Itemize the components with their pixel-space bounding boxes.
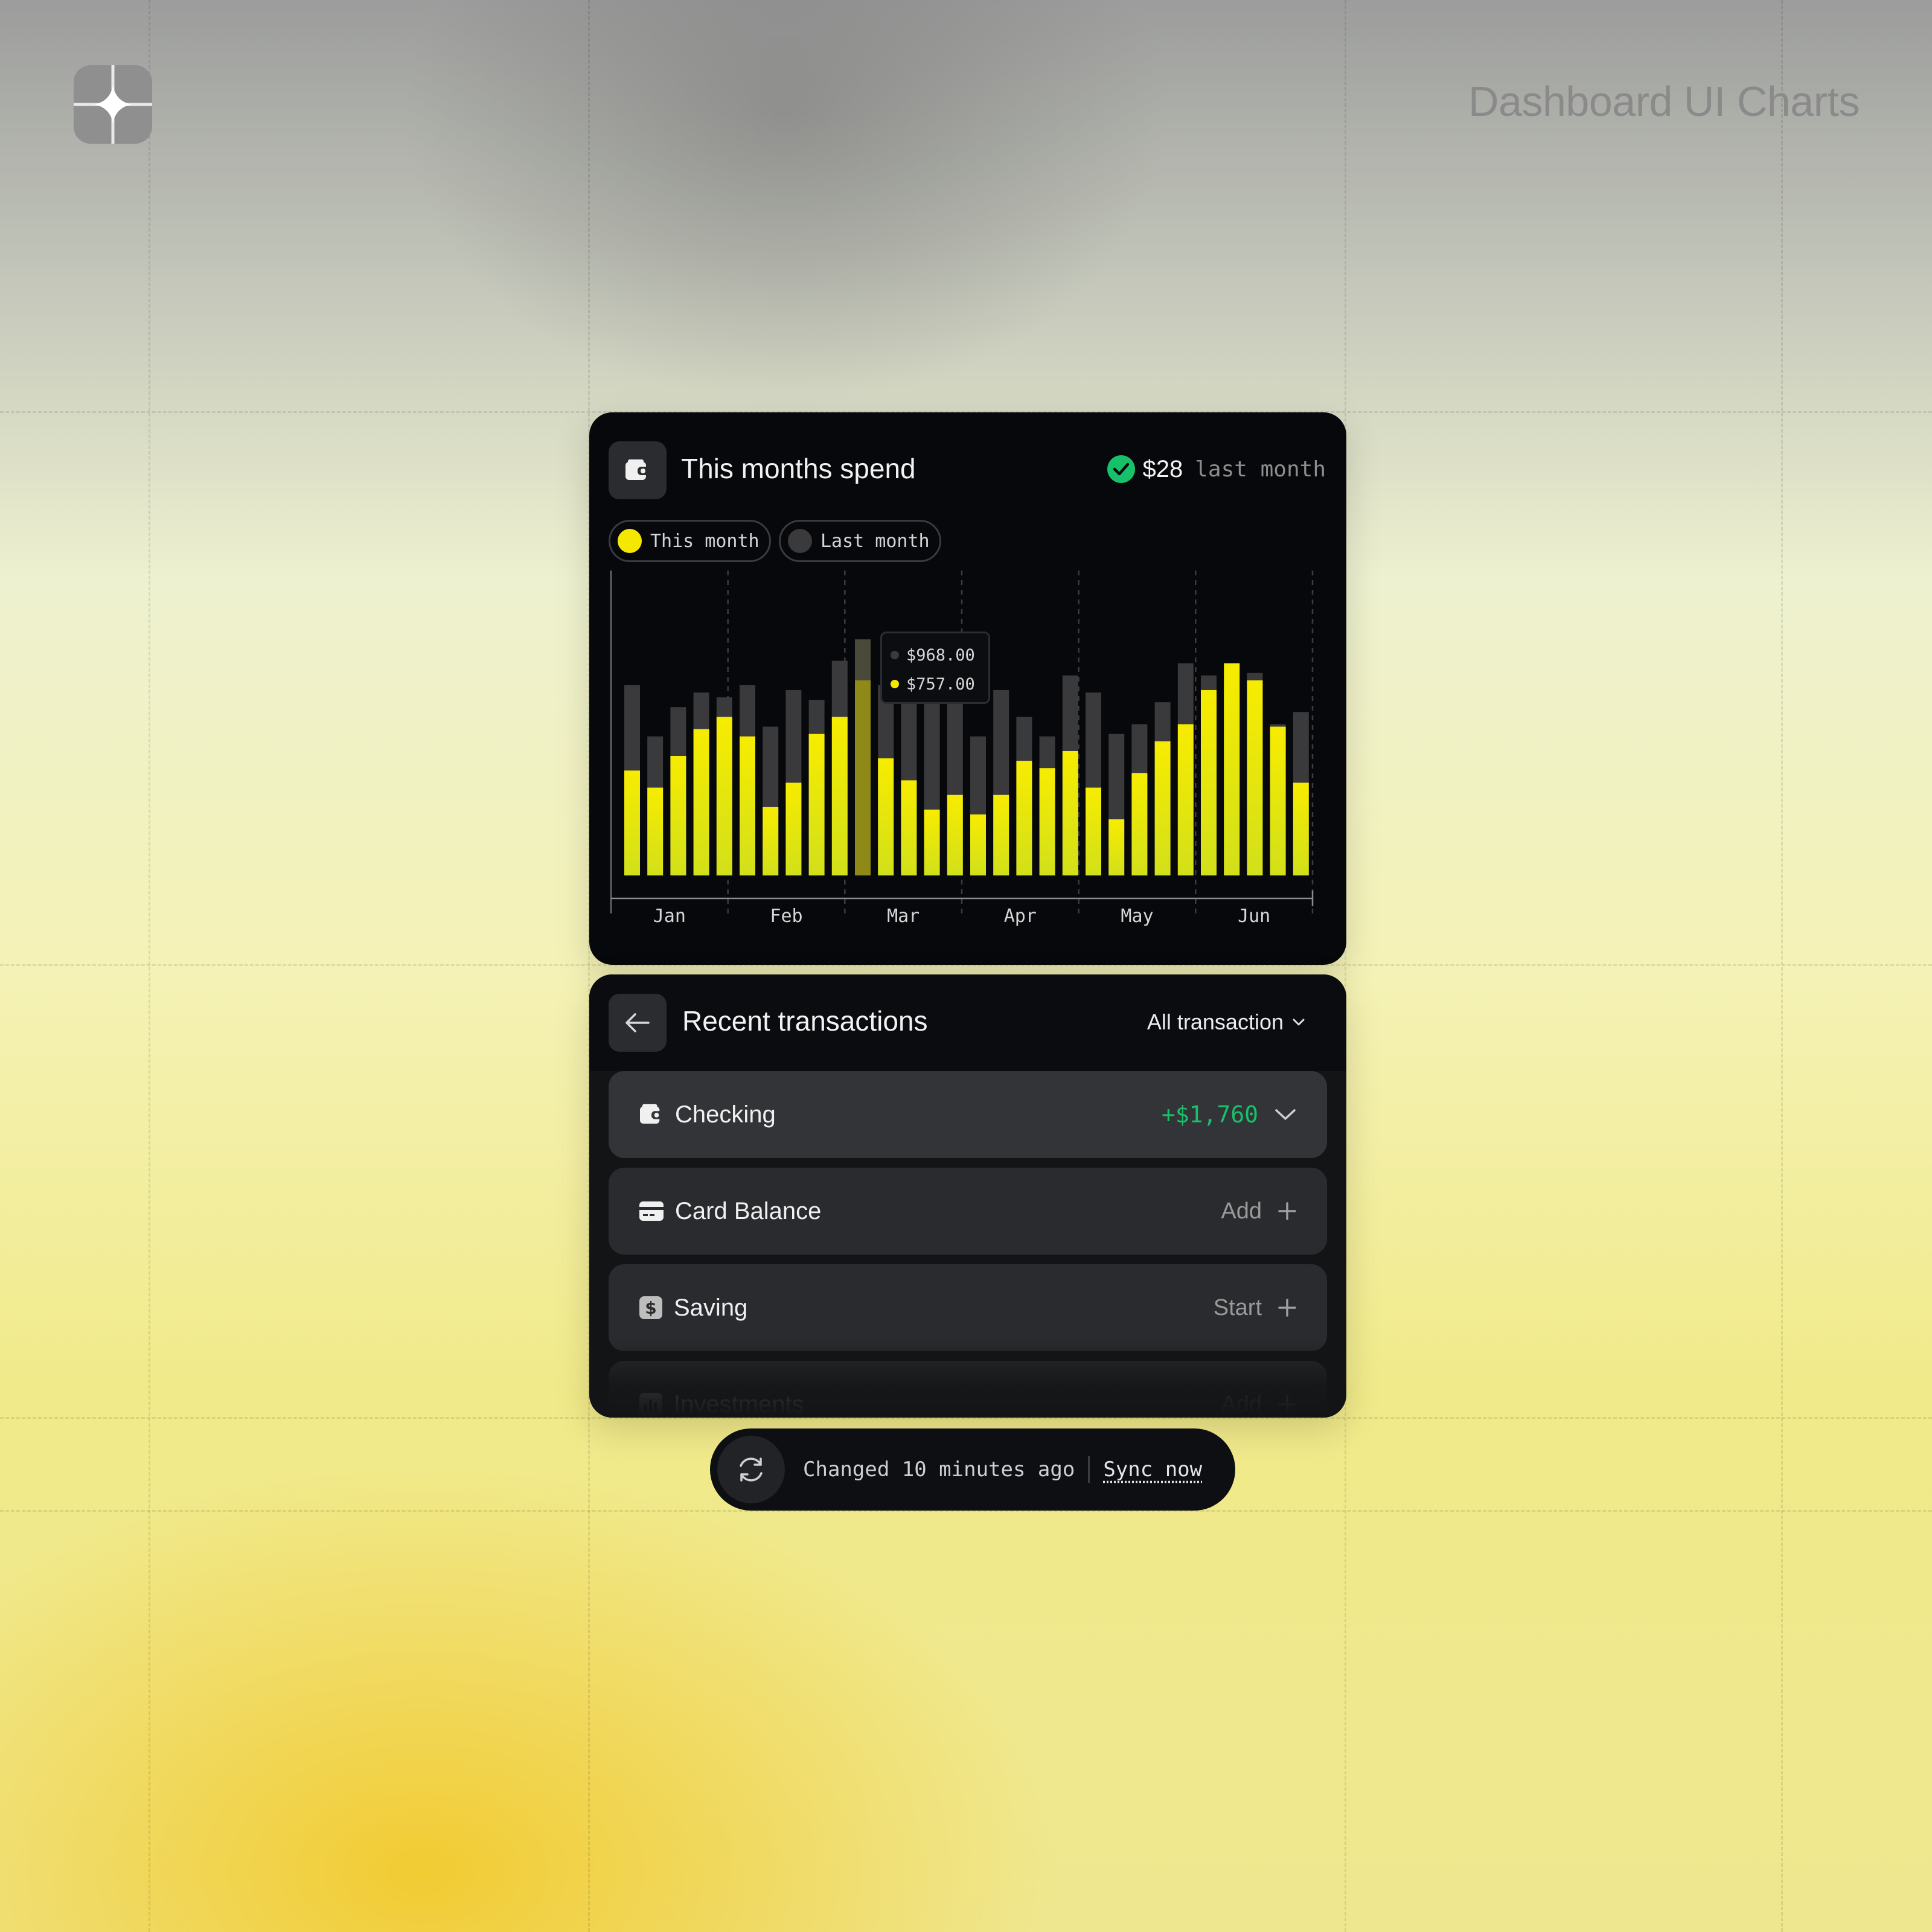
legend-last-month[interactable]: Last month <box>779 520 941 562</box>
bar-this-month <box>785 782 802 875</box>
spend-card: This months spend $28 last month This mo… <box>589 412 1346 965</box>
sync-button[interactable] <box>717 1436 785 1503</box>
app-logo <box>74 65 152 144</box>
grid-line <box>149 0 150 1932</box>
transaction-filter-dropdown[interactable]: All transaction <box>1147 1009 1305 1035</box>
x-tick-label: Mar <box>887 906 920 927</box>
chart-tooltip: $968.00 $757.00 <box>880 632 990 704</box>
x-tick-label: May <box>1121 906 1153 927</box>
bar-this-month <box>1224 663 1240 875</box>
sync-now-link[interactable]: Sync now <box>1103 1457 1202 1482</box>
grid-line <box>588 0 590 1932</box>
dollar-icon: $ <box>639 1296 662 1319</box>
transaction-row-saving[interactable]: $ Saving Start <box>609 1264 1327 1351</box>
bar-this-month <box>1131 773 1148 875</box>
bar-this-month <box>1154 741 1171 875</box>
transaction-row-checking[interactable]: Checking +$1,760 <box>609 1071 1327 1158</box>
bar-chart-icon <box>639 1393 662 1416</box>
bar-this-month <box>1270 726 1286 875</box>
bar-this-month <box>763 807 779 875</box>
bar-this-month <box>1016 761 1032 875</box>
bar-this-month <box>1039 768 1055 875</box>
spend-status: $28 last month <box>1107 455 1326 484</box>
bar-this-month <box>1062 750 1078 875</box>
row-value: +$1,760 <box>1161 1101 1258 1128</box>
legend-dot-this-month <box>618 529 642 553</box>
back-button[interactable] <box>609 994 667 1052</box>
bar-this-month <box>901 780 917 875</box>
brand-title: Dashboard UI Charts <box>1468 78 1860 125</box>
row-label: Card Balance <box>675 1197 822 1224</box>
divider <box>1088 1456 1090 1483</box>
bar-this-month <box>924 809 940 875</box>
bar-this-month <box>1086 787 1101 875</box>
legend-label: This month <box>650 530 760 552</box>
legend-dot-last-month <box>788 529 812 553</box>
bar-this-month <box>808 734 825 875</box>
transaction-row-card-balance[interactable]: Card Balance Add <box>609 1168 1327 1255</box>
plus-icon[interactable] <box>1278 1298 1297 1317</box>
row-label: Investments <box>674 1390 804 1418</box>
bar-this-month <box>855 680 871 875</box>
spend-card-title: This months spend <box>681 453 916 484</box>
refresh-icon <box>740 1457 763 1482</box>
row-value: Add <box>1221 1198 1262 1224</box>
wallet-icon <box>640 1104 663 1124</box>
x-tick-label: Feb <box>770 906 802 927</box>
bar-this-month <box>1108 819 1125 875</box>
spend-bar-chart: Jan Feb Mar Apr May Jun <box>610 571 1314 927</box>
check-circle-icon <box>1107 455 1135 483</box>
tooltip-dot <box>891 680 899 688</box>
tooltip-row-this-month: $757.00 <box>891 670 988 699</box>
plus-icon[interactable] <box>1278 1395 1297 1414</box>
tooltip-row-last-month: $968.00 <box>891 641 988 670</box>
tooltip-dot <box>891 651 899 659</box>
bar-this-month <box>878 758 894 875</box>
bar-this-month <box>716 717 732 875</box>
plus-icon[interactable] <box>1278 1201 1297 1221</box>
bar-this-month <box>670 756 686 875</box>
chevron-down-icon[interactable] <box>1274 1107 1297 1122</box>
row-label: Saving <box>674 1294 748 1321</box>
transactions-title: Recent transactions <box>682 1005 928 1037</box>
bar-this-month <box>1201 689 1217 875</box>
status-amount: $28 <box>1142 455 1183 482</box>
bar-this-month <box>947 795 963 875</box>
arrow-left-icon <box>625 1013 650 1032</box>
bar-this-month <box>693 729 709 875</box>
grid-line <box>1781 0 1783 1932</box>
row-label: Checking <box>675 1101 776 1128</box>
svg-text:$: $ <box>645 1298 656 1318</box>
wallet-icon-box <box>609 441 667 499</box>
bar-this-month <box>647 787 664 875</box>
bar-this-month <box>1177 724 1194 875</box>
sparkle-logo-icon <box>74 65 152 144</box>
sync-status-text: Changed 10 minutes ago <box>803 1457 1075 1482</box>
wallet-icon <box>625 459 650 480</box>
bar-this-month <box>740 736 755 875</box>
x-tick-label: Jun <box>1238 906 1270 927</box>
transactions-card: Recent transactions All transaction Chec… <box>589 974 1346 1418</box>
bar-this-month <box>1247 680 1263 875</box>
tooltip-value: $968.00 <box>906 645 975 665</box>
bar-this-month <box>993 795 1009 875</box>
x-tick-label: Jan <box>653 906 686 927</box>
legend-this-month[interactable]: This month <box>609 520 771 562</box>
card-icon <box>639 1201 664 1221</box>
x-tick-label: Apr <box>1004 906 1037 927</box>
grid-line <box>1345 0 1346 1932</box>
transaction-row-investments[interactable]: Investments Add <box>609 1361 1327 1418</box>
row-value: Start <box>1213 1294 1262 1320</box>
bar-this-month <box>1293 782 1309 875</box>
bar-this-month <box>831 717 848 875</box>
tooltip-value: $757.00 <box>906 674 975 694</box>
row-value: Add <box>1221 1391 1262 1417</box>
bar-this-month <box>970 814 986 875</box>
chevron-down-icon <box>1293 1019 1305 1026</box>
sync-status-bar: Changed 10 minutes ago Sync now <box>710 1428 1235 1511</box>
filter-label: All transaction <box>1147 1009 1284 1034</box>
status-suffix: last month <box>1195 456 1326 482</box>
legend-label: Last month <box>820 530 930 552</box>
bar-this-month <box>624 770 640 875</box>
